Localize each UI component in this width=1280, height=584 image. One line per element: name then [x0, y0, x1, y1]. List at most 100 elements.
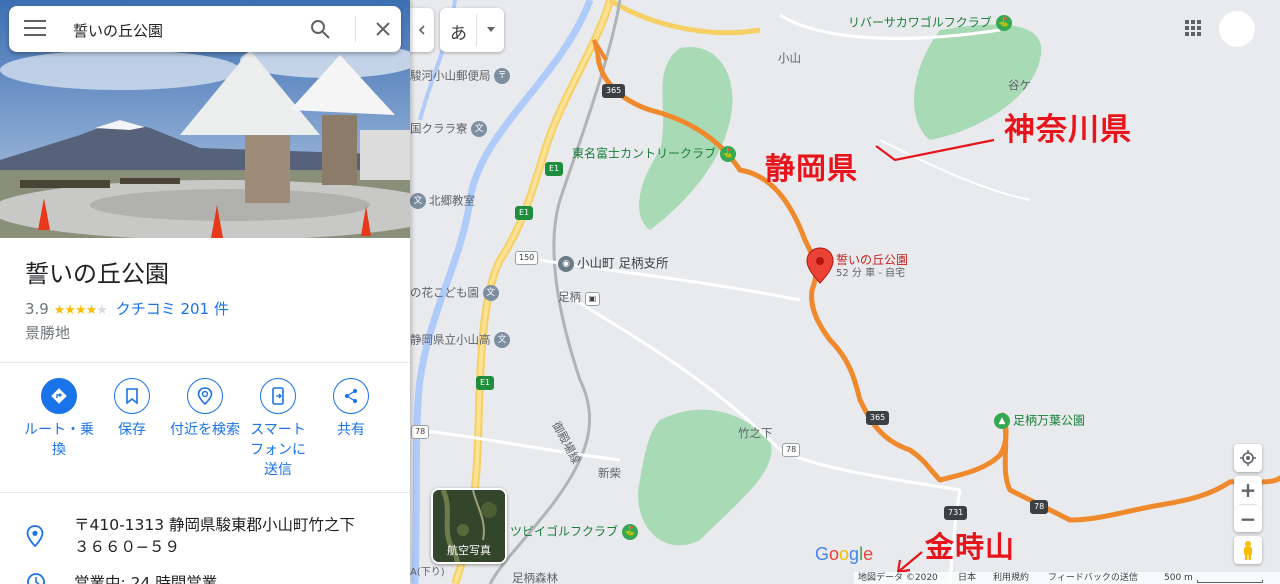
map-label-town-office[interactable]: ◉ 小山町 足柄支所 — [558, 256, 668, 272]
share-icon — [345, 389, 357, 403]
map-label-takenoshita: 竹之下 — [738, 426, 773, 440]
place-title: 誓いの丘公園 — [25, 260, 169, 288]
zoom-out-button[interactable]: − — [1234, 505, 1262, 533]
search-nearby-button[interactable]: 付近を検索 — [165, 378, 245, 440]
ime-char: あ — [450, 24, 467, 44]
route-shield: 731 — [944, 506, 968, 520]
expressway-shield: E1 — [515, 206, 534, 220]
route-shield: 150 — [515, 251, 539, 265]
address-line-2: ３６６０−５９ — [74, 538, 180, 556]
route-shield: 365 — [866, 411, 890, 425]
annotation-kintokizan: 金時山 — [925, 530, 1016, 564]
my-location-button[interactable] — [1234, 444, 1262, 472]
scale-label: 500 m — [1164, 573, 1193, 583]
save-button[interactable]: 保存 — [92, 378, 172, 440]
zoom-in-button[interactable]: + — [1234, 476, 1262, 504]
feedback-link[interactable]: フィードバックの送信 — [1048, 572, 1138, 584]
bookmark-icon — [126, 388, 138, 404]
search-icon[interactable] — [309, 18, 331, 40]
hours-row[interactable]: 営業中: 24 時間営業 ⌄ — [0, 566, 410, 584]
map-label-ashigara-station[interactable]: 足柄 ▣ — [558, 291, 601, 306]
directions-label: ルート・乗換 — [24, 422, 94, 458]
rating-stars: ★★★★★ — [53, 303, 108, 318]
nearby-icon — [197, 387, 213, 405]
scale-bar — [1197, 580, 1263, 583]
send-to-phone-button[interactable]: スマートフォンに送信 — [238, 378, 318, 480]
map-label-tsubigolf[interactable]: ツビイゴルフクラブ ⛳ — [510, 524, 641, 540]
send-to-phone-label: スマートフォンに送信 — [250, 422, 306, 478]
address-line-1: 〒410-1313 静岡県駿東郡小山町竹之下 — [74, 516, 356, 534]
map-label-river-golf[interactable]: リバーサカワゴルフクラブ ⛳ — [848, 15, 1015, 31]
address-row[interactable]: 〒410-1313 静岡県駿東郡小山町竹之下 ３６６０−５９ — [0, 510, 410, 560]
save-label: 保存 — [118, 422, 146, 438]
location-pin-icon — [26, 525, 44, 547]
route-shield: 78 — [782, 443, 801, 457]
collapse-panel-button[interactable] — [410, 8, 434, 52]
map-label-tomei-golf[interactable]: 東名富士カントリークラブ ⛳ — [572, 146, 739, 162]
rating-value: 3.9 — [25, 300, 49, 318]
map-label-oyama: 小山 — [778, 51, 801, 65]
route-time-label: 52 分 車 - 自宅 — [836, 268, 906, 279]
zoom-control: + − — [1234, 476, 1262, 532]
input-method-selector[interactable]: あ — [440, 8, 504, 52]
post-office-icon: 〒 — [494, 68, 511, 84]
annotation-shizuoka: 静岡県 — [765, 152, 858, 187]
school-icon: 文 — [494, 332, 511, 348]
account-avatar[interactable] — [1219, 11, 1255, 47]
place-pin-label[interactable]: 誓いの丘公園 — [836, 254, 908, 266]
reviews-link[interactable]: クチコミ 201 件 — [116, 300, 229, 318]
map-label-kurara[interactable]: 国クララ寮 文 — [410, 121, 490, 137]
search-input[interactable]: 誓いの丘公園 — [73, 20, 163, 41]
map-label-taniga: 谷ケ — [1008, 78, 1031, 92]
street-view-pegman-icon[interactable] — [1234, 536, 1262, 564]
golf-icon: ⛳ — [995, 15, 1012, 31]
chevron-left-icon — [418, 25, 425, 35]
crosshair-icon — [1240, 450, 1256, 466]
share-button[interactable]: 共有 — [311, 378, 391, 440]
satellite-layer-toggle[interactable]: 航空写真 — [431, 488, 507, 564]
place-category[interactable]: 景勝地 — [25, 322, 70, 343]
rating-row: 3.9 ★★★★★ クチコミ 201 件 — [25, 298, 229, 319]
route-shield: 78 — [1030, 500, 1049, 514]
send-to-phone-icon — [272, 387, 284, 405]
map-label-ashigara-park[interactable]: ▲ 足柄万葉公園 — [994, 413, 1085, 429]
golf-icon: ⛳ — [719, 146, 736, 162]
map-footer: 地図データ ©2020 日本 利用規約 フィードバックの送信 500 m — [854, 572, 1280, 584]
place-panel: 誓いの丘公園 誓いの丘公園 3.9 ★★★★★ クチコミ 201 件 景勝地 ル… — [0, 0, 410, 584]
expressway-shield: E1 — [545, 162, 564, 176]
map-label-kitago[interactable]: 文北郷教室 — [410, 193, 475, 209]
menu-icon[interactable] — [24, 20, 46, 38]
school-icon: 文 — [410, 193, 426, 209]
annotation-kanagawa: 神奈川県 — [1004, 112, 1132, 148]
clock-icon — [27, 573, 45, 584]
school-icon: 文 — [482, 285, 499, 301]
map-label-kodomoen[interactable]: の花こども園 文 — [410, 285, 502, 301]
apps-grid-icon[interactable] — [1184, 19, 1202, 37]
caret-down-icon — [487, 27, 495, 32]
school-icon: 文 — [471, 121, 488, 137]
hours-text: 営業中: 24 時間営業 ⌄ — [74, 571, 247, 584]
directions-icon — [51, 388, 67, 404]
map-data-credit[interactable]: 地図データ ©2020 — [858, 572, 938, 584]
map-label-high-school[interactable]: 静岡県立小山高 文 — [410, 332, 513, 348]
google-logo: Google — [815, 544, 874, 564]
map-label-shinshiba: 新柴 — [598, 466, 621, 480]
country-label[interactable]: 日本 — [958, 572, 976, 584]
expressway-shield: E1 — [476, 376, 495, 390]
park-icon: ▲ — [994, 413, 1010, 429]
share-label: 共有 — [337, 422, 365, 438]
map-label-post-office[interactable]: 駿河小山郵便局 〒 — [410, 68, 513, 84]
map-label-kudari: A(下り) — [410, 567, 445, 578]
search-nearby-label: 付近を検索 — [170, 422, 240, 438]
map-label-ashigara-forest: 足柄森林 — [512, 571, 558, 584]
route-shield: 78 — [411, 425, 430, 439]
train-station-icon: ▣ — [584, 292, 601, 306]
directions-button[interactable]: ルート・乗換 — [19, 378, 99, 460]
satellite-label: 航空写真 — [447, 544, 491, 557]
route-shield: 365 — [602, 84, 626, 98]
golf-icon: ⛳ — [621, 524, 638, 540]
terms-link[interactable]: 利用規約 — [993, 572, 1029, 584]
search-box[interactable]: 誓いの丘公園 — [9, 6, 401, 52]
close-icon[interactable] — [372, 18, 394, 40]
government-icon: ◉ — [558, 256, 574, 272]
